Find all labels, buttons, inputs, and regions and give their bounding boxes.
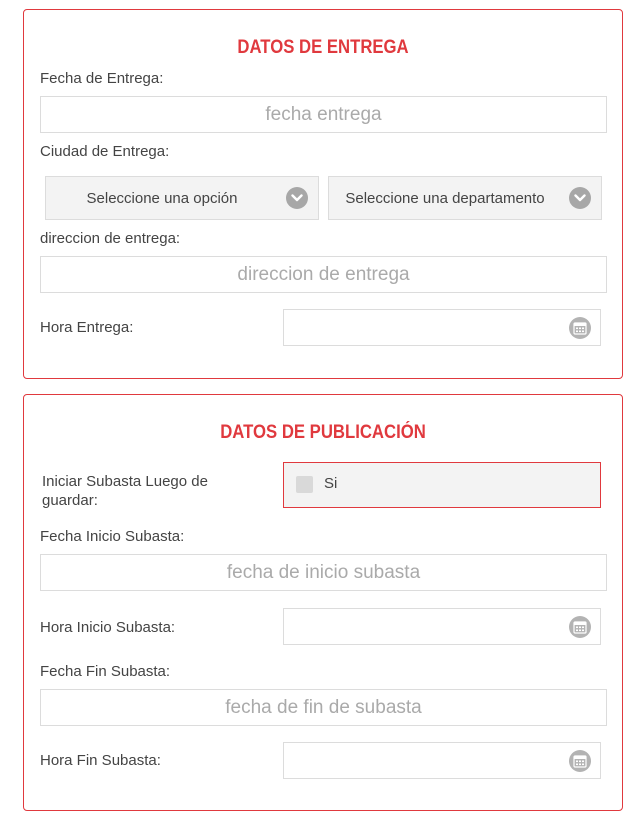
delivery-panel: DATOS DE ENTREGA Fecha de Entrega: Ciuda… <box>23 9 623 379</box>
start-auction-label: Iniciar Subasta Luego de guardar: <box>42 473 208 509</box>
publication-panel: DATOS DE PUBLICACIÓN Iniciar Subasta Lue… <box>23 394 623 811</box>
auction-start-date-label: Fecha Inicio Subasta: <box>40 528 185 545</box>
city-select[interactable]: Seleccione una opción <box>45 176 319 220</box>
city-select-value: Seleccione una opción <box>86 189 238 207</box>
delivery-city-label: Ciudad de Entrega: <box>40 143 170 160</box>
delivery-time-label: Hora Entrega: <box>40 319 134 336</box>
auction-start-date-input[interactable] <box>40 554 607 591</box>
delivery-address-input[interactable] <box>40 256 607 293</box>
start-auction-checkbox-label[interactable]: Si <box>324 475 337 492</box>
department-select[interactable]: Seleccione una departamento <box>328 176 602 220</box>
chevron-down-icon <box>286 187 308 209</box>
start-auction-checkbox[interactable] <box>296 476 313 493</box>
auction-end-date-label: Fecha Fin Subasta: <box>40 663 171 680</box>
auction-start-time-input[interactable] <box>283 608 601 645</box>
calendar-icon[interactable] <box>569 749 591 772</box>
auction-end-time-label: Hora Fin Subasta: <box>40 752 161 769</box>
delivery-panel-title: DATOS DE ENTREGA <box>237 37 409 58</box>
start-auction-option: Si <box>283 462 601 508</box>
department-select-value: Seleccione una departamento <box>345 189 545 207</box>
calendar-icon[interactable] <box>569 316 591 339</box>
calendar-icon[interactable] <box>569 615 591 638</box>
delivery-date-label: Fecha de Entrega: <box>40 70 164 87</box>
chevron-down-icon <box>569 187 591 209</box>
auction-start-time-label: Hora Inicio Subasta: <box>40 619 176 636</box>
auction-end-time-input[interactable] <box>283 742 601 779</box>
auction-end-date-input[interactable] <box>40 689 607 726</box>
publication-panel-title: DATOS DE PUBLICACIÓN <box>220 422 426 443</box>
delivery-time-input[interactable] <box>283 309 601 346</box>
delivery-date-input[interactable] <box>40 96 607 133</box>
delivery-address-label: direccion de entrega: <box>40 230 181 247</box>
